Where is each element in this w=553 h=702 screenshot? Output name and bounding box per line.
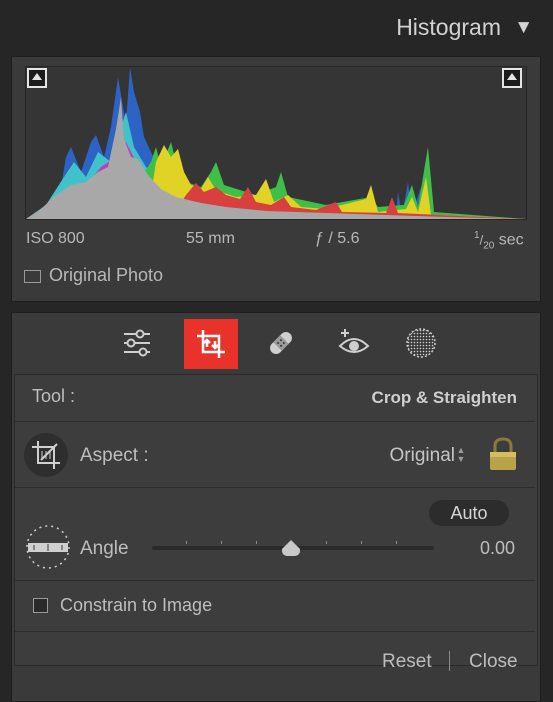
divider [15, 421, 535, 422]
slider-tick [256, 541, 257, 544]
crop-icon[interactable] [184, 319, 238, 369]
focal-length-value: 55 mm [186, 230, 235, 247]
slider-tick [186, 541, 187, 544]
angle-slider-thumb[interactable] [282, 540, 300, 549]
angle-label: Angle [80, 538, 129, 559]
angle-slider-thumb-base[interactable] [282, 549, 300, 556]
aspect-label: Aspect : [80, 445, 149, 466]
slider-tick [326, 541, 327, 544]
original-photo-checkbox[interactable] [24, 270, 41, 283]
slider-tick [221, 541, 222, 544]
original-photo-label[interactable]: Original Photo [49, 265, 163, 286]
highlight-clipping-toggle[interactable] [502, 68, 522, 88]
histogram-title[interactable]: Histogram [396, 14, 501, 41]
close-button[interactable]: Close [469, 651, 518, 673]
slider-tick [396, 541, 397, 544]
slider-tick [361, 541, 362, 544]
histogram-chart [26, 67, 526, 219]
constrain-to-image-label[interactable]: Constrain to Image [60, 595, 212, 616]
constrain-to-image-checkbox[interactable] [33, 598, 48, 613]
shutter-speed-value: 1/20 sec [474, 230, 524, 252]
iso-value: ISO 800 [26, 230, 85, 247]
lock-icon[interactable] [488, 437, 518, 471]
tool-value: Crop & Straighten [371, 388, 517, 407]
collapse-triangle-icon[interactable]: ▼ [514, 17, 533, 39]
angle-value[interactable]: 0.00 [480, 538, 515, 559]
masking-icon[interactable] [402, 324, 440, 362]
divider [15, 580, 535, 581]
shutter-unit: sec [498, 231, 524, 249]
straighten-level-icon[interactable] [24, 523, 72, 571]
aperture-value: ƒ / 5.6 [315, 230, 360, 247]
aspect-select[interactable]: Original [390, 445, 455, 467]
histogram-graph [25, 66, 527, 220]
divider [15, 487, 535, 488]
crop-frame-tool-icon[interactable] [24, 433, 68, 477]
tool-label: Tool : [32, 386, 76, 406]
red-eye-icon[interactable] [335, 324, 373, 362]
select-arrows-icon[interactable]: ▲ ▼ [456, 446, 466, 464]
sliders-icon[interactable] [118, 324, 156, 362]
divider [15, 631, 535, 632]
auto-straighten-button[interactable]: Auto [429, 500, 509, 526]
shadow-clipping-toggle[interactable] [27, 68, 47, 88]
reset-button[interactable]: Reset [382, 651, 432, 673]
shutter-denominator: 20 [483, 240, 495, 252]
healing-icon[interactable] [262, 324, 300, 362]
button-divider [449, 651, 450, 671]
